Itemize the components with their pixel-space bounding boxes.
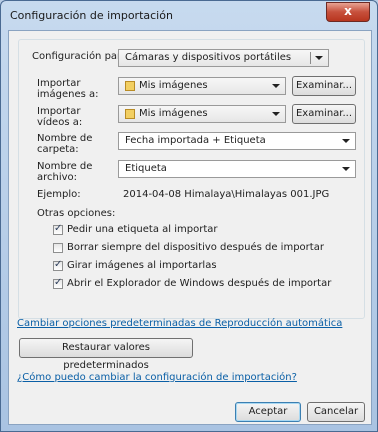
restore-defaults-button[interactable]: Restaurar valores predeterminados [19, 338, 193, 371]
window-title: Configuración de importación [10, 9, 173, 22]
import-videos-label-2: vídeos a: [37, 117, 83, 128]
autoplay-defaults-link[interactable]: Cambiar opciones predeterminadas de Repr… [17, 318, 342, 329]
option-checkbox-open-explorer[interactable] [53, 277, 63, 289]
folder-icon [125, 81, 135, 91]
import-images-select[interactable]: Mis imágenes [118, 77, 286, 95]
chevron-down-icon [342, 167, 350, 171]
chevron-down-icon [272, 84, 280, 88]
title-bar[interactable]: Configuración de importación x [1, 1, 377, 31]
file-name-select[interactable]: Etiqueta [118, 160, 356, 178]
option-checkbox-delete[interactable] [53, 243, 63, 253]
option-label-rotate: Girar imágenes al importarlas [67, 260, 217, 271]
example-label: Ejemplo: [37, 189, 81, 200]
close-button[interactable]: x [326, 2, 370, 22]
chevron-down-icon [315, 56, 323, 60]
option-label-ask-tag: Pedir una etiqueta al importar [67, 224, 218, 235]
chevron-down-icon [342, 139, 350, 143]
settings-group: Configuración para: Cámaras y dispositiv… [18, 39, 365, 319]
cancel-button[interactable]: Cancelar [307, 402, 365, 422]
import-images-label-2: imágenes a: [37, 89, 99, 100]
browse-images-button[interactable]: Examinar... [292, 76, 356, 96]
import-videos-value: Mis imágenes [139, 108, 208, 119]
import-images-value: Mis imágenes [139, 80, 208, 91]
import-settings-window: Configuración de importación x Configura… [0, 0, 378, 432]
option-label-open-explorer: Abrir el Explorador de Windows después d… [67, 278, 332, 289]
file-name-value: Etiqueta [125, 163, 167, 174]
import-videos-select[interactable]: Mis imágenes [118, 105, 286, 123]
close-icon: x [344, 4, 352, 18]
option-label-delete: Borrar siempre del dispositivo después d… [67, 242, 324, 253]
accept-button[interactable]: Aceptar [235, 402, 301, 422]
config-for-label: Configuración para: [32, 51, 131, 62]
folder-name-value: Fecha importada + Etiqueta [125, 135, 266, 146]
other-options-label: Otras opciones: [37, 208, 116, 219]
chevron-down-icon [272, 112, 280, 116]
example-value: 2014-04-08 Himalaya\Himalayas 001.JPG [123, 189, 330, 200]
folder-name-select[interactable]: Fecha importada + Etiqueta [118, 132, 356, 150]
folder-name-label-2: carpeta: [37, 144, 79, 155]
option-checkbox-ask-tag[interactable] [53, 223, 63, 235]
dialog-body: Configuración para: Cámaras y dispositiv… [8, 30, 372, 425]
option-checkbox-rotate[interactable] [53, 259, 63, 271]
folder-icon [125, 109, 135, 119]
browse-videos-button[interactable]: Examinar... [292, 104, 356, 124]
file-name-label-2: archivo: [37, 172, 78, 183]
config-for-value: Cámaras y dispositivos portátiles [125, 52, 292, 63]
help-link[interactable]: ¿Cómo puedo cambiar la configuración de … [17, 372, 297, 383]
config-for-select[interactable]: Cámaras y dispositivos portátiles [118, 49, 329, 67]
